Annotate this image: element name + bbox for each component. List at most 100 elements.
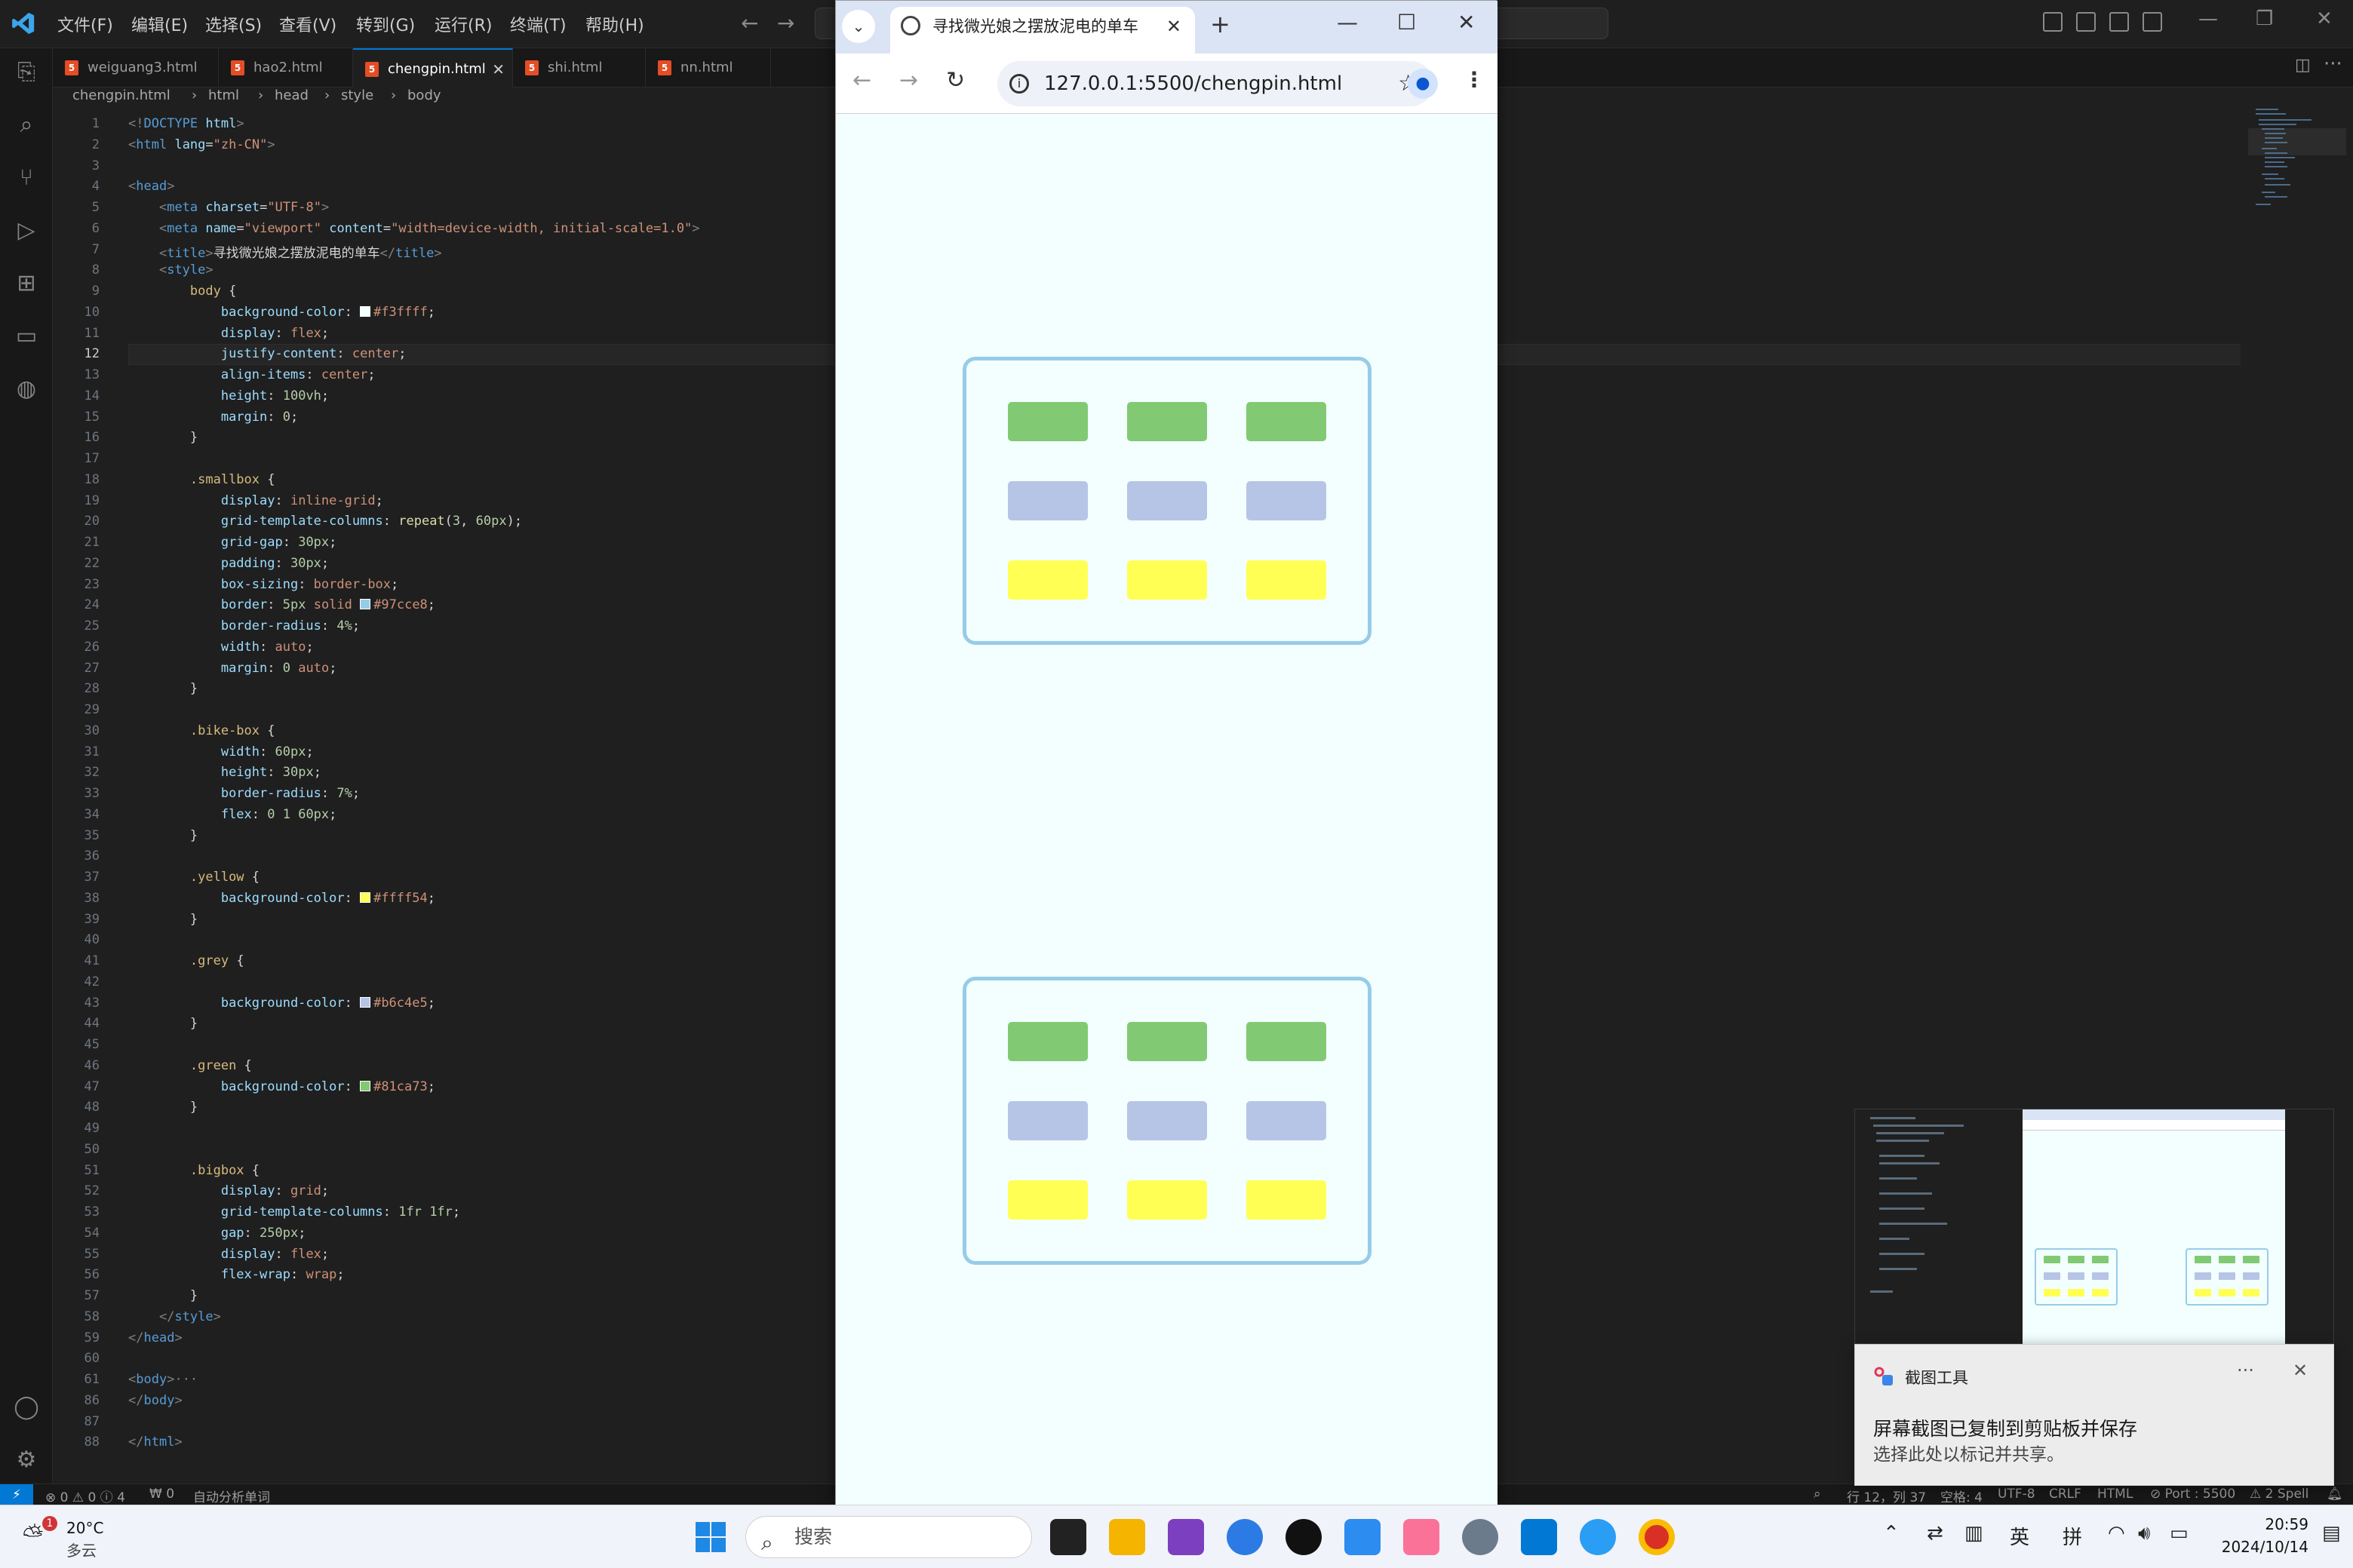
vscode-taskbar-icon[interactable]: [1521, 1519, 1557, 1555]
settings-gear-icon[interactable]: ⚙: [11, 1445, 41, 1475]
new-tab-icon[interactable]: +: [1210, 10, 1230, 38]
tray-app2-icon[interactable]: ▥: [1964, 1522, 1983, 1545]
remote-explorer-icon[interactable]: ▭: [11, 321, 41, 351]
menu-terminal[interactable]: 终端(T): [510, 12, 567, 36]
live-server-port[interactable]: ⊘ Port : 5500: [2150, 1487, 2235, 1502]
code-line: flex-wrap: wrap;: [220, 1267, 345, 1283]
breadcrumb-style[interactable]: style: [341, 87, 373, 103]
close-tab-icon[interactable]: ✕: [492, 50, 505, 89]
tab-nn[interactable]: 5 nn.html: [646, 48, 771, 87]
problems-status[interactable]: ⊗ 0 ⚠ 0 ⓘ 4: [45, 1487, 125, 1505]
menu-go[interactable]: 转到(G): [356, 12, 415, 36]
ime-mode[interactable]: 拼: [2063, 1522, 2082, 1550]
file-explorer-icon[interactable]: [1109, 1519, 1145, 1555]
run-debug-icon[interactable]: ▷: [11, 216, 41, 246]
language-status[interactable]: HTML: [2097, 1487, 2133, 1502]
encoding-status[interactable]: UTF-8: [1998, 1487, 2035, 1502]
notification-close-icon[interactable]: ✕: [2293, 1360, 2308, 1381]
settings-app-icon[interactable]: [1462, 1519, 1498, 1555]
breadcrumb-body[interactable]: body: [407, 87, 441, 103]
accounts-icon[interactable]: ◯: [11, 1392, 41, 1422]
vscode-minimize-icon[interactable]: —: [2198, 8, 2218, 30]
toggle-secondary-sidebar-icon[interactable]: [2109, 12, 2129, 32]
taskbar-search[interactable]: ⌕ 搜索: [745, 1516, 1032, 1558]
browser-tab-active[interactable]: 寻找微光娘之摆放泥电的单车 ✕: [890, 7, 1195, 54]
site-info-icon[interactable]: i: [1009, 74, 1029, 94]
menu-edit[interactable]: 编辑(E): [131, 12, 188, 36]
weather-widget[interactable]: ⛅︎ 1 20°C 多云: [23, 1514, 143, 1560]
task-view-icon[interactable]: [1050, 1519, 1086, 1555]
eol-status[interactable]: CRLF: [2049, 1487, 2081, 1502]
browser-close-icon[interactable]: ✕: [1458, 10, 1475, 35]
system-clock[interactable]: 20:59 2024/10/14: [2195, 1513, 2308, 1558]
more-actions-icon[interactable]: ···: [2324, 53, 2342, 75]
notification-center-icon[interactable]: ▤: [2322, 1522, 2341, 1545]
line-number: 40: [84, 932, 100, 948]
edge-icon[interactable]: [1580, 1519, 1616, 1555]
windows-start-icon[interactable]: [693, 1519, 729, 1555]
search-icon[interactable]: ⌕: [11, 110, 41, 140]
menu-file[interactable]: 文件(F): [57, 12, 113, 36]
tab-chengpin[interactable]: 5 chengpin.html ✕: [353, 48, 513, 87]
back-arrow-icon[interactable]: ←: [741, 11, 758, 35]
breadcrumb-head[interactable]: head: [275, 87, 309, 103]
wifi-icon[interactable]: ◠: [2108, 1522, 2125, 1545]
extensions-icon[interactable]: ⊞: [11, 268, 41, 299]
notifications-bell-icon[interactable]: 🔔︎: [2327, 1487, 2343, 1502]
notification-more-icon[interactable]: ···: [2237, 1360, 2254, 1381]
forward-arrow-icon[interactable]: →: [777, 11, 794, 35]
app-icon-cube[interactable]: [1344, 1519, 1381, 1555]
remote-indicator-icon[interactable]: ⚡: [0, 1484, 33, 1505]
back-icon[interactable]: ←: [852, 67, 871, 94]
volume-icon[interactable]: 🔊︎: [2138, 1522, 2150, 1545]
profile-avatar-icon[interactable]: ●: [1408, 69, 1438, 99]
spell-status[interactable]: 自动分析单词: [193, 1487, 270, 1505]
visual-studio-icon[interactable]: [1168, 1519, 1204, 1555]
reload-icon[interactable]: ↻: [946, 67, 965, 94]
app-icon-blue[interactable]: [1227, 1519, 1263, 1555]
forward-icon[interactable]: →: [899, 67, 918, 94]
live-server-icon[interactable]: ◍: [11, 374, 41, 404]
bike-box-grey: [1008, 1101, 1088, 1140]
chrome-icon[interactable]: [1639, 1519, 1675, 1555]
browser-maximize-icon[interactable]: ☐: [1397, 10, 1416, 35]
browser-minimize-icon[interactable]: —: [1337, 10, 1358, 35]
snipping-tool-notification[interactable]: 截图工具 ··· ✕ 屏幕截图已复制到剪贴板并保存 选择此处以标记并共享。: [1854, 1344, 2334, 1486]
html-file-icon: 5: [658, 60, 671, 75]
spell-count[interactable]: ⚠ 2 Spell: [2250, 1487, 2308, 1502]
source-control-icon[interactable]: ⑂: [11, 163, 41, 193]
minimap[interactable]: [2248, 106, 2346, 256]
customize-layout-icon[interactable]: [2143, 12, 2162, 32]
tab-shi[interactable]: 5 shi.html: [513, 48, 646, 87]
ports-status[interactable]: ₩ 0: [149, 1487, 174, 1502]
bike-box-grey: [1127, 1101, 1207, 1140]
toggle-panel-icon[interactable]: [2076, 12, 2096, 32]
close-tab-icon[interactable]: ✕: [1166, 7, 1181, 46]
menu-run[interactable]: 运行(R): [435, 12, 492, 36]
tray-app-icon[interactable]: ⇄: [1927, 1522, 1943, 1545]
breadcrumb-file[interactable]: chengpin.html: [72, 87, 170, 103]
breadcrumb-html[interactable]: html: [208, 87, 239, 103]
tray-overflow-icon[interactable]: ⌃: [1883, 1522, 1900, 1545]
indentation-status[interactable]: 空格: 4: [1940, 1487, 1983, 1505]
tab-search-icon[interactable]: ⌄: [842, 10, 875, 43]
snip-thumbnail-preview[interactable]: [1854, 1109, 2334, 1345]
vscode-restore-icon[interactable]: ❐: [2256, 8, 2273, 30]
ime-language[interactable]: 英: [2010, 1522, 2029, 1550]
toggle-sidebar-icon[interactable]: [2043, 12, 2063, 32]
chrome-menu-icon[interactable]: ⋮: [1464, 67, 1485, 92]
cursor-position[interactable]: 行 12，列 37: [1847, 1487, 1926, 1505]
qq-icon[interactable]: [1286, 1519, 1322, 1555]
battery-icon[interactable]: ▭: [2170, 1522, 2189, 1545]
bilibili-icon[interactable]: [1403, 1519, 1439, 1555]
vscode-close-icon[interactable]: ✕: [2316, 8, 2333, 30]
tab-weiguang3[interactable]: 5 weiguang3.html: [53, 48, 219, 87]
menu-view[interactable]: 查看(V): [279, 12, 336, 36]
zoom-icon[interactable]: ⌕: [1814, 1487, 1821, 1502]
tab-hao2[interactable]: 5 hao2.html: [219, 48, 353, 87]
address-bar[interactable]: i 127.0.0.1:5500/chengpin.html ☆: [997, 61, 1433, 106]
menu-help[interactable]: 帮助(H): [585, 12, 644, 36]
split-editor-icon[interactable]: ◫: [2295, 56, 2311, 75]
explorer-icon[interactable]: ⎘: [11, 57, 41, 87]
menu-selection[interactable]: 选择(S): [205, 12, 262, 36]
